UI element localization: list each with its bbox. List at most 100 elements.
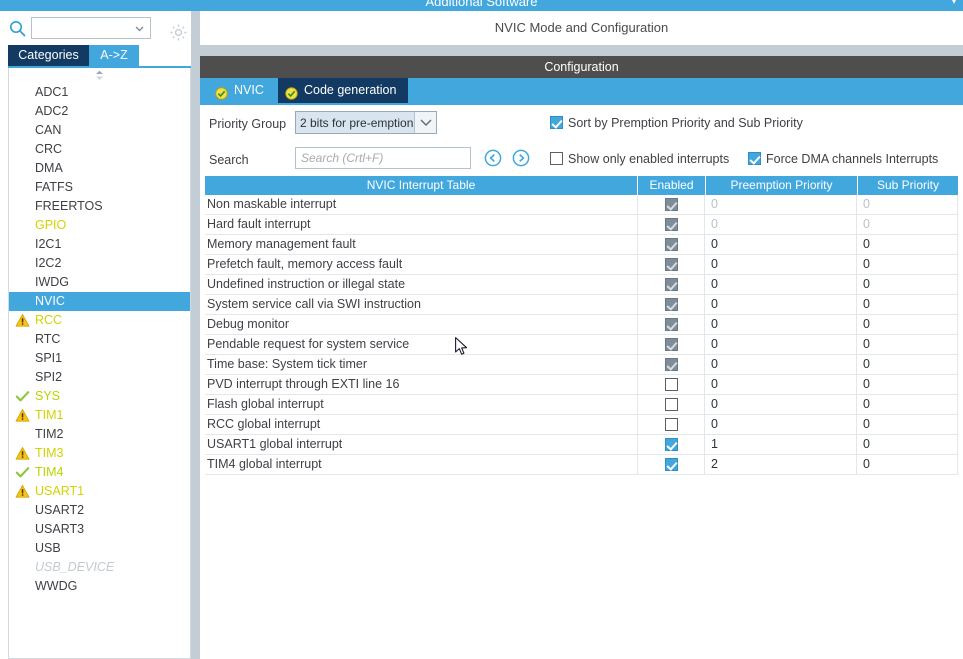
sub-priority-cell[interactable]: 0 [857,215,958,234]
enabled-cell[interactable] [637,235,705,254]
preemption-priority-cell[interactable]: 0 [705,315,857,334]
sidebar-item-i2c2[interactable]: I2C2 [9,254,190,273]
sidebar-item-fatfs[interactable]: FATFS [9,178,190,197]
table-row[interactable]: Non maskable interrupt 0 0 [205,195,958,215]
chevron-down-icon[interactable]: ▾ [951,0,957,7]
column-header-sub[interactable]: Sub Priority [857,176,958,195]
table-row[interactable]: Time base: System tick timer 0 0 [205,355,958,375]
table-row[interactable]: Pendable request for system service 0 0 [205,335,958,355]
table-row[interactable]: Memory management fault 0 0 [205,235,958,255]
sub-priority-cell[interactable]: 0 [857,335,958,354]
table-row[interactable]: PVD interrupt through EXTI line 16 0 0 [205,375,958,395]
enabled-cell[interactable] [637,335,705,354]
sidebar-item-can[interactable]: CAN [9,121,190,140]
enabled-cell[interactable] [637,215,705,234]
table-row[interactable]: Prefetch fault, memory access fault 0 0 [205,255,958,275]
sidebar-item-rcc[interactable]: RCC [9,311,190,330]
sidebar-item-adc2[interactable]: ADC2 [9,102,190,121]
sub-priority-cell[interactable]: 0 [857,275,958,294]
preemption-priority-cell[interactable]: 0 [705,395,857,414]
sidebar-item-usart3[interactable]: USART3 [9,520,190,539]
sort-by-priority-checkbox[interactable]: Sort by Premption Priority and Sub Prior… [550,116,803,130]
table-row[interactable]: System service call via SWI instruction 0… [205,295,958,315]
column-header-enabled[interactable]: Enabled [637,176,705,195]
sidebar-item-rtc[interactable]: RTC [9,330,190,349]
preemption-priority-cell[interactable]: 0 [705,335,857,354]
enabled-cell[interactable] [637,295,705,314]
preemption-priority-cell[interactable]: 2 [705,455,857,474]
sub-priority-cell[interactable]: 0 [857,395,958,414]
enabled-cell[interactable] [637,275,705,294]
enabled-cell[interactable] [637,435,705,454]
sub-priority-cell[interactable]: 0 [857,355,958,374]
circle-left-arrow-icon[interactable] [484,149,502,167]
sub-priority-cell[interactable]: 0 [857,375,958,394]
enabled-checkbox-unchecked[interactable] [664,418,678,431]
preemption-priority-cell[interactable]: 0 [705,255,857,274]
enabled-cell[interactable] [637,395,705,414]
sidebar-item-iwdg[interactable]: IWDG [9,273,190,292]
tab-categories[interactable]: Categories [8,45,89,66]
tab-a-to-z[interactable]: A->Z [89,45,139,66]
gear-icon[interactable] [169,23,188,42]
sub-priority-cell[interactable]: 0 [857,455,958,474]
sidebar-item-wwdg[interactable]: WWDG [9,577,190,596]
enabled-checkbox-checked[interactable] [664,438,678,451]
sidebar-item-sys[interactable]: SYS [9,387,190,406]
column-header-name[interactable]: NVIC Interrupt Table [205,176,637,195]
sidebar-item-dma[interactable]: DMA [9,159,190,178]
table-row[interactable]: Undefined instruction or illegal state 0 0 [205,275,958,295]
table-row[interactable]: Hard fault interrupt 0 0 [205,215,958,235]
search-icon[interactable] [9,20,26,37]
preemption-priority-cell[interactable]: 1 [705,435,857,454]
chevron-down-icon[interactable] [134,23,145,34]
priority-group-select[interactable]: 2 bits for pre-emption priority 2 bits..… [295,111,437,134]
show-only-enabled-checkbox[interactable]: Show only enabled interrupts [550,152,729,166]
table-row[interactable]: Debug monitor 0 0 [205,315,958,335]
table-row[interactable]: TIM4 global interrupt 2 0 [205,455,958,475]
sidebar-item-tim2[interactable]: TIM2 [9,425,190,444]
sidebar-item-usart1[interactable]: USART1 [9,482,190,501]
sub-priority-cell[interactable]: 0 [857,255,958,274]
enabled-checkbox-checked[interactable] [664,458,678,471]
sidebar-item-tim4[interactable]: TIM4 [9,463,190,482]
sub-priority-cell[interactable]: 0 [857,235,958,254]
column-header-preemption[interactable]: Preemption Priority [705,176,857,195]
sidebar-item-gpio[interactable]: GPIO [9,216,190,235]
preemption-priority-cell[interactable]: 0 [705,215,857,234]
sidebar-item-adc1[interactable]: ADC1 [9,83,190,102]
circle-right-arrow-icon[interactable] [512,149,530,167]
sidebar-item-spi1[interactable]: SPI1 [9,349,190,368]
sub-priority-cell[interactable]: 0 [857,415,958,434]
enabled-checkbox-unchecked[interactable] [664,378,678,391]
sidebar-item-freertos[interactable]: FREERTOS [9,197,190,216]
preemption-priority-cell[interactable]: 0 [705,195,857,214]
tab-nvic[interactable]: NVIC [208,78,276,103]
sidebar-item-tim3[interactable]: TIM3 [9,444,190,463]
tab-code-generation[interactable]: Code generation [278,78,409,103]
sub-priority-cell[interactable]: 0 [857,435,958,454]
sidebar-item-usart2[interactable]: USART2 [9,501,190,520]
preemption-priority-cell[interactable]: 0 [705,355,857,374]
sub-priority-cell[interactable]: 0 [857,295,958,314]
enabled-cell[interactable] [637,355,705,374]
enabled-cell[interactable] [637,455,705,474]
preemption-priority-cell[interactable]: 0 [705,235,857,254]
sidebar-item-tim1[interactable]: TIM1 [9,406,190,425]
preemption-priority-cell[interactable]: 0 [705,415,857,434]
sub-priority-cell[interactable]: 0 [857,195,958,214]
additional-software-label[interactable]: Additional Software [0,0,963,9]
sidebar-item-crc[interactable]: CRC [9,140,190,159]
chevron-down-icon[interactable] [414,112,436,133]
sidebar-item-usb[interactable]: USB [9,539,190,558]
sidebar-item-usb_device[interactable]: USB_DEVICE [9,558,190,577]
preemption-priority-cell[interactable]: 0 [705,275,857,294]
sidebar-item-spi2[interactable]: SPI2 [9,368,190,387]
table-row[interactable]: RCC global interrupt 0 0 [205,415,958,435]
enabled-cell[interactable] [637,415,705,434]
enabled-checkbox-unchecked[interactable] [664,398,678,411]
sidebar-item-nvic[interactable]: NVIC [9,292,190,311]
table-row[interactable]: USART1 global interrupt 1 0 [205,435,958,455]
sidebar-item-i2c1[interactable]: I2C1 [9,235,190,254]
enabled-cell[interactable] [637,375,705,394]
